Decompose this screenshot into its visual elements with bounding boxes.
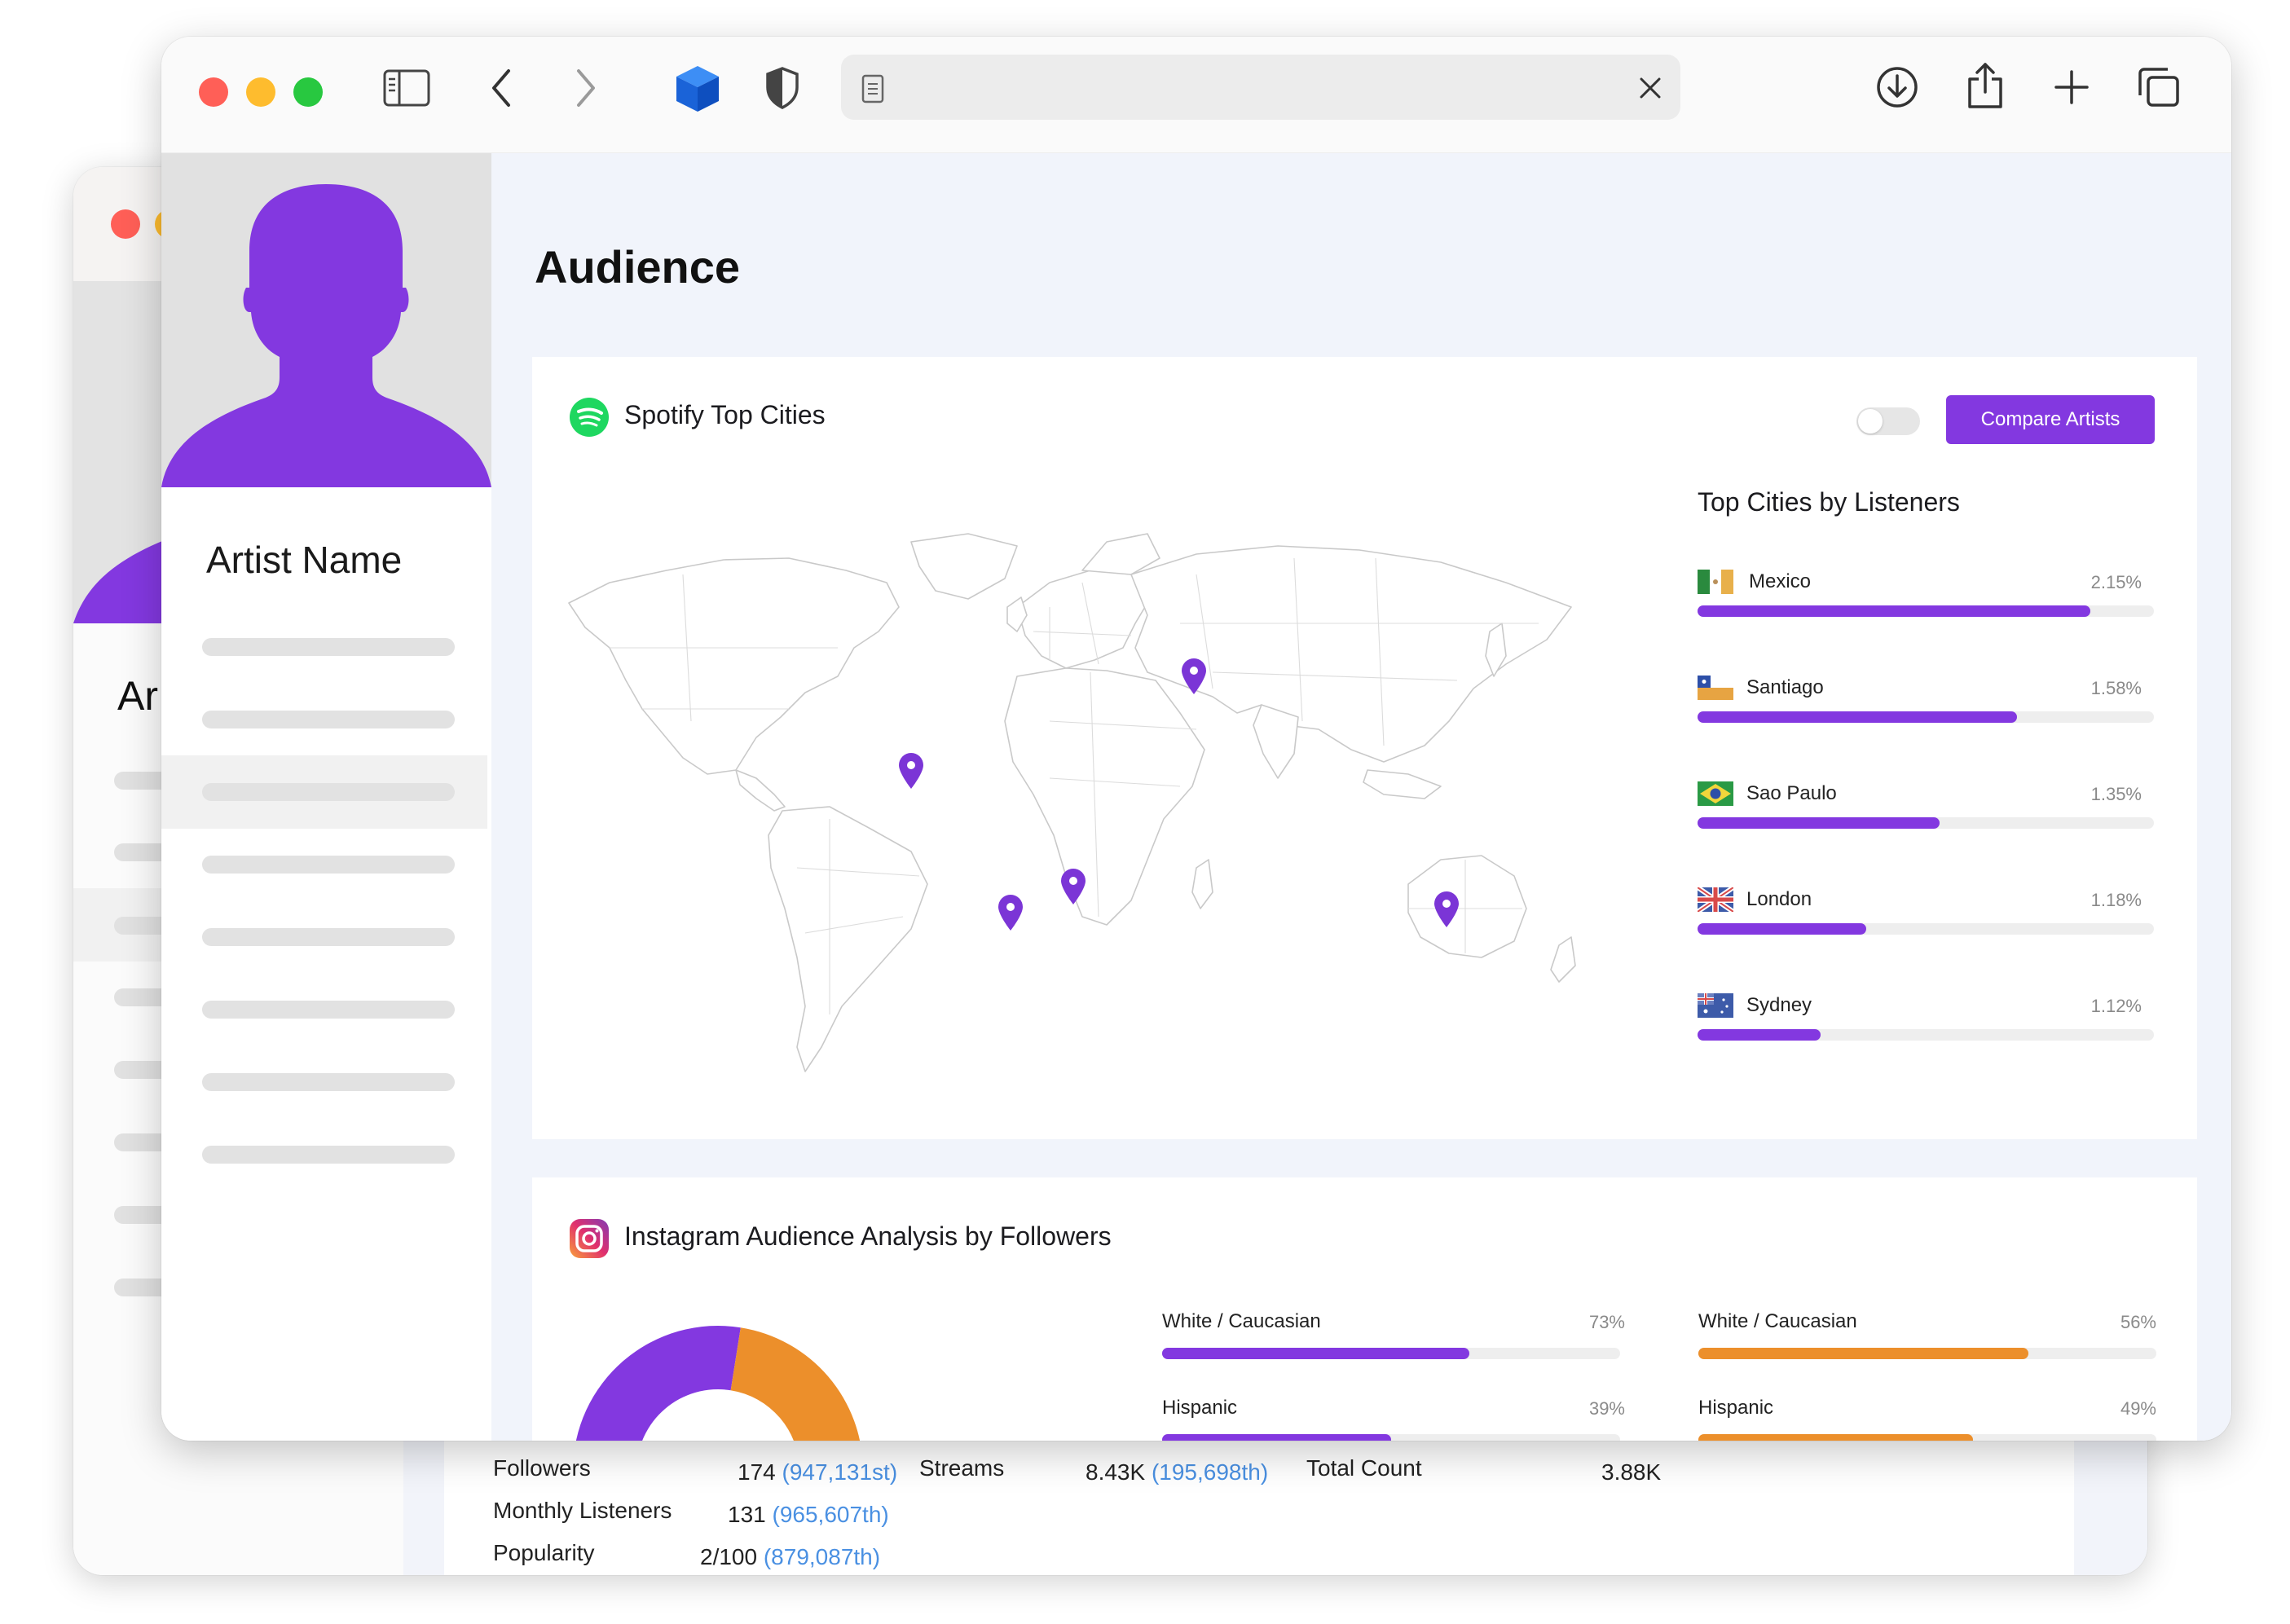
- stat-label-total-count: Total Count: [1306, 1455, 1422, 1481]
- mexico-flag-icon: [1698, 570, 1733, 594]
- chile-flag-icon: [1698, 676, 1733, 700]
- demographic-bar-track: [1698, 1348, 2156, 1359]
- brazil-flag-icon: [1698, 781, 1733, 806]
- audience-donut-chart: [575, 1326, 861, 1441]
- stat-value-popularity: 2/100 (879,087th): [700, 1544, 881, 1569]
- map-pin-mexico[interactable]: [897, 752, 925, 790]
- australia-flag-icon: [1698, 993, 1733, 1018]
- toggle-knob: [1858, 409, 1883, 434]
- city-percent: 1.12%: [2090, 996, 2142, 1016]
- city-percent: 1.35%: [2090, 784, 2142, 804]
- stat-label-monthly-listeners: Monthly Listeners: [493, 1498, 672, 1523]
- demographic-percent: 49%: [2120, 1398, 2156, 1419]
- uk-flag-icon: [1698, 887, 1733, 912]
- city-name: Sao Paulo: [1746, 782, 1837, 804]
- city-bar-fill: [1698, 711, 2017, 723]
- window-zoom-button[interactable]: [293, 77, 323, 107]
- demographic-bar-track: [1162, 1434, 1620, 1441]
- download-icon[interactable]: [1876, 66, 1918, 108]
- city-bar-track: [1698, 1029, 2154, 1041]
- forward-arrow-icon[interactable]: [574, 68, 598, 108]
- stat-value-followers: 174 (947,131st): [738, 1459, 898, 1485]
- page-title: Audience: [535, 241, 741, 293]
- city-bar-track: [1698, 711, 2154, 723]
- front-window: Artist Name Audience Spotify Top Cities …: [161, 37, 2231, 1441]
- demographic-percent: 56%: [2120, 1312, 2156, 1332]
- city-name: Sydney: [1746, 994, 1812, 1016]
- demographic-label: Hispanic: [1698, 1397, 1774, 1419]
- city-bar-track: [1698, 817, 2154, 829]
- spotify-icon: [570, 398, 609, 437]
- artist-name: Artist Name: [206, 539, 403, 581]
- demographic-label: White / Caucasian: [1698, 1310, 1857, 1332]
- shield-icon[interactable]: [764, 66, 800, 110]
- city-bar-track: [1698, 923, 2154, 935]
- demographic-bar-track: [1698, 1434, 2156, 1441]
- tabs-overview-icon[interactable]: [2137, 66, 2181, 108]
- donut-segment-orange: [730, 1327, 861, 1441]
- stat-value-streams: 8.43K (195,698th): [1086, 1459, 1269, 1485]
- sidebar-item-skeleton[interactable]: [202, 638, 455, 656]
- instagram-card-title: Instagram Audience Analysis by Followers: [624, 1221, 1112, 1251]
- demographic-bar-fill: [1162, 1434, 1391, 1441]
- artist-avatar: [161, 153, 491, 487]
- spotify-card-title: Spotify Top Cities: [624, 400, 826, 429]
- new-tab-icon[interactable]: [2054, 69, 2090, 105]
- back-arrow-icon[interactable]: [489, 68, 513, 108]
- stat-label-streams: Streams: [919, 1455, 1005, 1481]
- sidebar-item-skeleton[interactable]: [202, 1001, 455, 1019]
- top-cities-heading: Top Cities by Listeners: [1698, 487, 1960, 517]
- map-pin-sydney[interactable]: [1433, 891, 1460, 928]
- demographic-bar-track: [1162, 1348, 1620, 1359]
- city-bar-fill: [1698, 605, 2090, 617]
- city-bar-fill: [1698, 1029, 1821, 1041]
- page-icon: [861, 74, 884, 103]
- sidebar-item-skeleton[interactable]: [202, 783, 455, 801]
- map-pin-london[interactable]: [1180, 658, 1208, 695]
- sidebar-item-skeleton[interactable]: [202, 928, 455, 946]
- map-pin-sao-paulo[interactable]: [1059, 868, 1087, 905]
- city-bar-track: [1698, 605, 2154, 617]
- map-pin-santiago[interactable]: [997, 894, 1024, 931]
- sidebar-item-skeleton[interactable]: [202, 1146, 455, 1164]
- city-bar-fill: [1698, 923, 1867, 935]
- box-extension-icon[interactable]: [675, 64, 720, 113]
- compare-artists-button[interactable]: Compare Artists: [1946, 395, 2155, 444]
- instagram-icon: [570, 1219, 609, 1258]
- window-close-button[interactable]: [199, 77, 228, 107]
- compare-toggle[interactable]: [1856, 407, 1920, 435]
- city-name: Mexico: [1749, 570, 1812, 592]
- city-bar-fill: [1698, 817, 1940, 829]
- demographic-bar-fill: [1698, 1434, 1974, 1441]
- sidebar-icon[interactable]: [383, 69, 430, 107]
- city-percent: 1.58%: [2090, 678, 2142, 698]
- share-icon[interactable]: [1966, 61, 2005, 110]
- stat-label-followers: Followers: [493, 1455, 591, 1481]
- demographic-percent: 73%: [1588, 1312, 1625, 1332]
- city-name: London: [1746, 888, 1812, 910]
- window-minimize-button[interactable]: [246, 77, 275, 107]
- demographic-bar-fill: [1162, 1348, 1469, 1359]
- stat-value-monthly-listeners: 131 (965,607th): [728, 1502, 889, 1527]
- back-artist-name: Ar: [117, 673, 158, 719]
- stat-value-total-count: 3.88K: [1601, 1459, 1662, 1485]
- sidebar-item-skeleton[interactable]: [202, 711, 455, 728]
- world-map: [568, 533, 1576, 1072]
- address-bar[interactable]: [841, 55, 1680, 120]
- close-icon[interactable]: [1638, 76, 1662, 100]
- city-name: Santiago: [1746, 676, 1824, 698]
- demographic-bar-fill: [1698, 1348, 2028, 1359]
- demographic-label: Hispanic: [1162, 1397, 1238, 1419]
- stat-label-popularity: Popularity: [493, 1540, 595, 1565]
- city-percent: 1.18%: [2090, 890, 2142, 910]
- back-close-dot[interactable]: [111, 209, 140, 239]
- demographic-label: White / Caucasian: [1162, 1310, 1321, 1332]
- donut-segment-purple: [575, 1326, 741, 1441]
- city-percent: 2.15%: [2090, 572, 2142, 592]
- sidebar-item-skeleton[interactable]: [202, 856, 455, 874]
- demographic-percent: 39%: [1588, 1398, 1625, 1419]
- sidebar-item-skeleton[interactable]: [202, 1073, 455, 1091]
